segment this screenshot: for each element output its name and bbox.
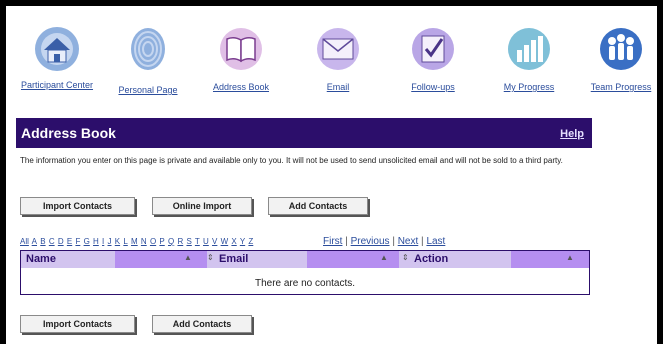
- alpha-t[interactable]: T: [195, 237, 200, 246]
- contacts-table: Name ▲ ⇕ Email ▲ ⇕ Action ▲ There are no…: [20, 250, 590, 295]
- previous-page-link[interactable]: Previous: [351, 236, 390, 247]
- alpha-b[interactable]: B: [40, 237, 45, 246]
- sort-updown-icon[interactable]: ⇕: [207, 253, 214, 262]
- nav-label: Team Progress: [590, 82, 652, 92]
- nav-label: My Progress: [503, 82, 555, 92]
- alpha-o[interactable]: O: [150, 237, 156, 246]
- nav-item-email[interactable]: Email: [293, 26, 383, 92]
- alpha-i[interactable]: I: [102, 237, 104, 246]
- sort-updown-icon[interactable]: ⇕: [402, 253, 409, 262]
- last-page-link[interactable]: Last: [426, 236, 445, 247]
- alpha-h[interactable]: H: [93, 237, 99, 246]
- column-header-name[interactable]: Name: [26, 251, 56, 268]
- sort-arrow-icon[interactable]: ▲: [380, 253, 388, 262]
- envelope-icon: [317, 28, 359, 70]
- sort-arrow-icon[interactable]: ▲: [184, 253, 192, 262]
- alpha-r[interactable]: R: [177, 237, 183, 246]
- nav-item-my-progress[interactable]: My Progress: [484, 26, 574, 92]
- alpha-m[interactable]: M: [131, 237, 138, 246]
- name-sort-band: [115, 251, 207, 268]
- alpha-x[interactable]: X: [231, 237, 236, 246]
- alpha-a[interactable]: A: [32, 237, 37, 246]
- nav-item-personal-page[interactable]: Personal Page: [103, 26, 193, 95]
- alpha-q[interactable]: Q: [168, 237, 174, 246]
- help-link[interactable]: Help: [560, 128, 584, 140]
- alpha-w[interactable]: W: [221, 237, 229, 246]
- alpha-p[interactable]: P: [159, 237, 164, 246]
- add-contacts-button[interactable]: Add Contacts: [152, 315, 252, 333]
- alpha-all[interactable]: All: [20, 237, 29, 246]
- alpha-k[interactable]: K: [115, 237, 120, 246]
- alpha-l[interactable]: L: [123, 237, 127, 246]
- alpha-j[interactable]: J: [108, 237, 112, 246]
- action-sort-band: [511, 251, 589, 268]
- bar-chart-icon: [508, 28, 550, 70]
- empty-table-message: There are no contacts.: [254, 278, 356, 289]
- alpha-z[interactable]: Z: [248, 237, 253, 246]
- nav-label: Participant Center: [20, 80, 94, 90]
- alpha-c[interactable]: C: [49, 237, 55, 246]
- nav-label: Follow-ups: [411, 82, 455, 92]
- alpha-f[interactable]: F: [75, 237, 80, 246]
- team-icon: [600, 28, 642, 70]
- next-page-link[interactable]: Next: [398, 236, 419, 247]
- column-header-email[interactable]: Email: [219, 251, 248, 268]
- nav-item-team-progress[interactable]: Team Progress: [576, 26, 657, 92]
- nav-item-participant-center[interactable]: Participant Center: [12, 26, 102, 90]
- alpha-v[interactable]: V: [212, 237, 217, 246]
- pagination: First | Previous | Next | Last: [323, 236, 445, 247]
- participant-nav: Participant Center Personal Page Address…: [12, 26, 657, 106]
- online-import-button[interactable]: Online Import: [152, 197, 252, 215]
- book-icon: [220, 28, 262, 70]
- alphabet-filter: All A B C D E F G H I J K L M N O P Q R …: [20, 237, 254, 246]
- alpha-s[interactable]: S: [186, 237, 191, 246]
- nav-item-address-book[interactable]: Address Book: [196, 26, 286, 92]
- import-contacts-button[interactable]: Import Contacts: [20, 197, 135, 215]
- nav-label: Personal Page: [118, 85, 178, 95]
- nav-label: Email: [326, 82, 350, 92]
- privacy-notice: The information you enter on this page i…: [20, 156, 563, 165]
- column-header-action: Action: [414, 253, 449, 265]
- alpha-n[interactable]: N: [141, 237, 147, 246]
- first-page-link[interactable]: First: [323, 236, 342, 247]
- address-book-header: Address Book Help: [16, 118, 592, 148]
- alpha-g[interactable]: G: [84, 237, 90, 246]
- import-contacts-button[interactable]: Import Contacts: [20, 315, 135, 333]
- house-icon: [35, 27, 79, 71]
- alpha-d[interactable]: D: [58, 237, 64, 246]
- fingerprint-icon: [131, 28, 165, 70]
- page-frame: Participant Center Personal Page Address…: [0, 0, 663, 344]
- table-header: Name ▲ ⇕ Email ▲ ⇕ Action ▲: [21, 251, 589, 268]
- alpha-e[interactable]: E: [67, 237, 72, 246]
- add-contacts-button[interactable]: Add Contacts: [268, 197, 368, 215]
- sort-arrow-icon[interactable]: ▲: [566, 253, 574, 262]
- alpha-u[interactable]: U: [203, 237, 209, 246]
- alpha-y[interactable]: Y: [240, 237, 245, 246]
- nav-label: Address Book: [212, 82, 270, 92]
- checklist-icon: [412, 28, 454, 70]
- page-title: Address Book: [21, 125, 116, 141]
- nav-item-follow-ups[interactable]: Follow-ups: [388, 26, 478, 92]
